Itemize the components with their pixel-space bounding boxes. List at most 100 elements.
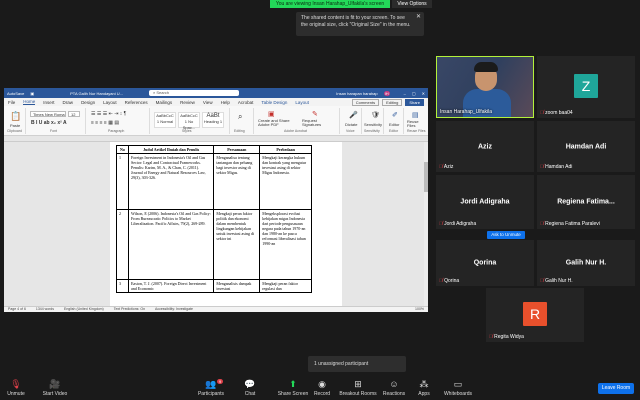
header-difference: Perbedaan <box>259 145 312 154</box>
participant-name-text: Regiena Fatima Paralevi <box>545 221 600 227</box>
word-search-box[interactable]: ⌕ Search <box>148 90 239 96</box>
participant-display-name: Qorina <box>473 259 497 267</box>
participant-name-text: Galih Nur H. <box>545 278 573 284</box>
menu-draw[interactable]: Draw <box>63 100 74 105</box>
menu-acrobat[interactable]: Acrobat <box>238 100 254 105</box>
menu-references[interactable]: References <box>125 100 148 105</box>
menu-design[interactable]: Design <box>81 100 95 105</box>
align-icons[interactable]: ≡ ≡ ≡ ≡ ▦ ▤ <box>91 120 119 126</box>
vertical-scrollbar[interactable] <box>424 142 428 306</box>
unmute-button[interactable]: 🎙 Unmute <box>4 379 28 397</box>
editor-icon[interactable]: ✐ <box>392 111 398 119</box>
breakout-rooms-label: Breakout Rooms <box>339 391 377 397</box>
participant-tile[interactable]: Jordi Adigraha 🎙̸ Jordi Adigraha <box>436 175 534 229</box>
leave-room-button[interactable]: Leave Room <box>598 383 634 394</box>
menu-table-layout[interactable]: Layout <box>295 100 309 105</box>
paste-icon[interactable]: 📋 <box>10 111 21 122</box>
request-signatures-icon[interactable]: ✎ <box>312 110 318 118</box>
cell-no: 1 <box>116 153 129 210</box>
breakout-rooms-button[interactable]: ⊞ Breakout Rooms <box>338 379 378 397</box>
dictate-icon[interactable]: 🎤 <box>349 111 358 119</box>
user-avatar[interactable]: IH <box>383 90 390 96</box>
whiteboards-button[interactable]: ▭ Whiteboards <box>440 379 476 397</box>
zoom-level[interactable]: 100% <box>415 307 424 312</box>
clipboard-group: 📋 Paste Clipboard <box>6 108 26 134</box>
document-canvas[interactable]: No Judul Artikel Ilmiah dan Penulis Pers… <box>4 142 428 306</box>
create-pdf-icon[interactable]: ▣ <box>268 110 275 118</box>
text-predictions-status[interactable]: Text Predictions: On <box>114 307 145 312</box>
fit-to-screen-notice: The shared content is fit to your screen… <box>296 12 424 36</box>
paragraph-icons[interactable]: ☰ ☰ ☰ ⇤ ⇥ ↕ ¶ <box>91 111 126 117</box>
apps-button[interactable]: ⁂ Apps <box>414 379 434 397</box>
reuse-files-icon[interactable]: ▤ <box>412 111 419 119</box>
close-window-icon[interactable]: ✕ <box>422 91 425 96</box>
participant-tile[interactable]: Regiena Fatima... 🎙̸ Regiena Fatima Para… <box>537 175 635 229</box>
reuse-group-label: Reuse Files <box>407 129 426 133</box>
participant-name: 🎙̸ zoom baa04 <box>540 110 573 116</box>
participant-tile[interactable]: Qorina 🎙̸ Qorina <box>436 240 534 286</box>
acrobat-label: Adobe Acrobat <box>284 129 307 133</box>
maximize-icon[interactable]: ▢ <box>412 91 416 96</box>
participant-tile[interactable]: Aziz 🎙̸ Aziz <box>436 121 534 172</box>
participant-tile[interactable]: Hamdan Adi 🎙̸ Hamdan Adi <box>537 121 635 172</box>
participant-display-name: Galih Nur H. <box>565 259 607 267</box>
menu-review[interactable]: Review <box>180 100 195 105</box>
style-heading-1[interactable]: AaBt Heading 1 <box>202 112 224 128</box>
editing-button[interactable]: Editing <box>382 98 403 106</box>
participant-name: 🎙̸ Hamdan Adi <box>540 164 572 170</box>
editing-group: ⌕ Editing <box>232 108 254 134</box>
style-sample: AaBbCcC <box>156 113 174 118</box>
record-button[interactable]: ◉ Record <box>312 379 332 397</box>
minimize-icon[interactable]: – <box>404 91 406 96</box>
participant-tile[interactable]: Galih Nur H. 🎙̸ Galih Nur H. <box>537 240 635 286</box>
page-count[interactable]: Page 4 of 6 <box>8 307 26 312</box>
menu-table-design[interactable]: Table Design <box>261 100 287 105</box>
whiteboard-icon: ▭ <box>453 379 463 389</box>
font-format-icons[interactable]: B I U ab x₂ x² A <box>31 120 67 126</box>
menu-help[interactable]: Help <box>221 100 230 105</box>
close-icon[interactable]: ✕ <box>416 14 421 21</box>
menu-view[interactable]: View <box>203 100 213 105</box>
video-person-hair <box>474 62 498 72</box>
save-icon[interactable]: ▣ <box>30 91 34 96</box>
shared-screen-word[interactable]: AutoSave ▣ PTA Galih Nur Handayani U... … <box>4 88 428 312</box>
style-no-spacing[interactable]: AaBbCcC 1 No Spac... <box>178 112 200 130</box>
participant-tile[interactable]: Z 🎙̸ zoom baa04 <box>537 56 635 118</box>
share-button[interactable]: Share <box>405 98 424 106</box>
share-screen-button[interactable]: ⬆ Share Screen <box>276 379 310 397</box>
view-options-button[interactable]: View Options <box>392 0 432 8</box>
participant-name: 🎙̸ Galih Nur H. <box>540 278 573 284</box>
menu-layout[interactable]: Layout <box>103 100 117 105</box>
viewing-screen-banner[interactable]: You are viewing Insan Harahap_Ulfakila's… <box>270 0 390 8</box>
participant-tile[interactable]: R 🎙̸ Regita Widya <box>486 288 584 342</box>
style-normal[interactable]: AaBbCcC 1 Normal <box>154 112 176 128</box>
chat-button[interactable]: 💬 Chat <box>240 379 260 397</box>
acrobat-group: ▣ Create and Share Adobe PDF ✎ Request S… <box>256 108 340 134</box>
menu-insert[interactable]: Insert <box>43 100 54 105</box>
scrollbar-thumb[interactable] <box>424 162 428 192</box>
participant-video-tile[interactable]: Insan Harahap_Ulfakila <box>436 56 534 118</box>
word-ribbon: 📋 Paste Clipboard Times New Roma 12 B I … <box>4 106 428 136</box>
editor-group: ✐ Editor Editor <box>386 108 404 134</box>
menu-file[interactable]: File <box>8 100 15 105</box>
autosave-toggle[interactable]: AutoSave <box>7 91 24 96</box>
font-name-box[interactable]: Times New Roma <box>30 111 66 117</box>
accessibility-status[interactable]: Accessibility: Investigate <box>155 307 193 312</box>
word-count[interactable]: 1344 words <box>36 307 54 312</box>
menu-mailings[interactable]: Mailings <box>156 100 173 105</box>
paragraph-label: Paragraph <box>108 129 125 133</box>
sensitivity-icon[interactable]: 🛡 <box>371 111 380 119</box>
reactions-button[interactable]: ☺ Reactions <box>380 379 408 397</box>
participant-name: 🎙̸ Aziz <box>439 164 453 170</box>
language-status[interactable]: English (United Kingdom) <box>64 307 104 312</box>
font-size-box[interactable]: 12 <box>68 111 80 117</box>
ask-to-unmute-button[interactable]: Ask to Unmute <box>487 231 525 239</box>
comments-button[interactable]: Comments <box>351 98 380 106</box>
table-row: 3 Easton, T. J. (2007). Foreign Direct I… <box>116 279 312 293</box>
menu-home[interactable]: Home <box>23 99 36 105</box>
document-page[interactable]: No Judul Artikel Ilmiah dan Penulis Pers… <box>110 142 342 306</box>
start-video-button[interactable]: 🎥 Start Video <box>38 379 72 397</box>
unassigned-participant-notice[interactable]: 1 unassigned participant <box>308 356 406 372</box>
word-user-name[interactable]: Insan harapan harahap <box>336 91 377 96</box>
find-icon[interactable]: ⌕ <box>238 112 242 122</box>
